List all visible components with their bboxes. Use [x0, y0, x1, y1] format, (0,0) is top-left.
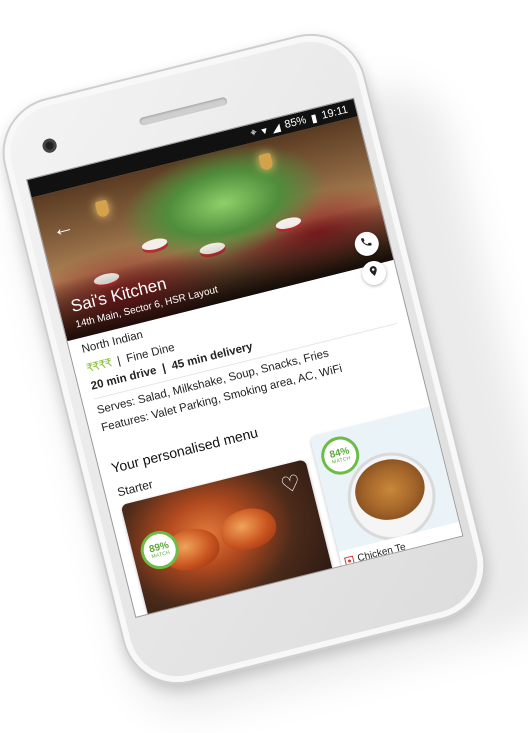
dish-card[interactable]: 84% MATCH Chicken Te: [309, 405, 464, 574]
serves-label: Serves:: [95, 395, 137, 417]
battery-percent: 85%: [283, 114, 308, 131]
non-veg-icon: [343, 555, 355, 566]
earpiece-speaker: [138, 96, 228, 127]
course-label: Starter: [115, 477, 155, 500]
dish-name: Chicken Tandoori Wings: [167, 594, 275, 618]
front-camera: [41, 137, 59, 155]
location-status-icon: ⌖: [249, 125, 259, 140]
dish-card[interactable]: 89% MATCH ♡ Chicken Tandoori Wings: [120, 459, 339, 618]
lamp: [258, 152, 274, 172]
dish-image-part: [216, 502, 281, 556]
dish-name: Chicken Te: [356, 541, 407, 564]
lamp: [94, 199, 111, 218]
phone-icon: [359, 234, 375, 254]
dish-name-row: Chicken Te: [338, 520, 464, 574]
heart-icon[interactable]: ♡: [278, 469, 303, 499]
match-badge: 84% MATCH: [317, 432, 364, 479]
battery-icon: ▮: [309, 111, 319, 125]
dish-name-row: Chicken Tandoori Wings: [149, 573, 339, 618]
back-arrow-icon[interactable]: ←: [49, 213, 76, 243]
clock: 19:11: [320, 103, 350, 122]
wifi-icon: ▾: [260, 124, 269, 138]
dish-image: [348, 452, 432, 528]
price-level: ₹₹₹₹: [85, 357, 113, 376]
table: [140, 236, 169, 253]
signal-icon: ◢: [270, 121, 282, 135]
